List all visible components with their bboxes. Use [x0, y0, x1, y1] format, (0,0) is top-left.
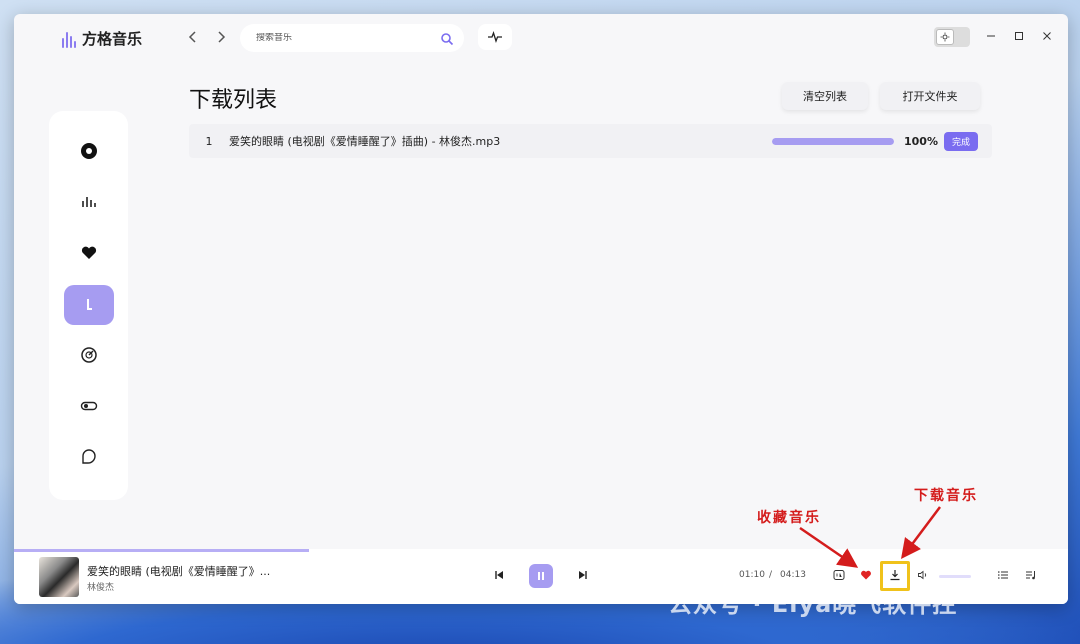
soundwave-logo-icon [62, 30, 76, 48]
app-window: 方格音乐 搜索音乐 下载列表 清空列表 打开文件夹 1 爱笑的眼睛 (电视剧《爱… [14, 14, 1068, 604]
sidebar-item-leaf[interactable] [64, 437, 114, 477]
download-nav-icon [87, 299, 92, 310]
back-button[interactable] [184, 28, 202, 46]
lyrics-icon [833, 570, 845, 580]
page-title: 下载列表 [189, 88, 278, 113]
download-progress [771, 137, 894, 145]
listen-recognize-button[interactable] [478, 24, 512, 50]
next-button[interactable] [574, 566, 592, 584]
sidebar-item-chart[interactable] [64, 182, 114, 222]
toggle-icon [80, 401, 98, 411]
progress-percent: 100% [903, 134, 938, 148]
download-icon [890, 570, 900, 581]
status-badge: 完成 [943, 131, 978, 151]
table-row[interactable]: 1 爱笑的眼睛 (电视剧《爱情睡醒了》插曲) - 林俊杰.mp3 100% 完成 [189, 124, 992, 158]
minimize-button[interactable] [982, 28, 1000, 46]
track-title[interactable]: 爱笑的眼睛 (电视剧《爱情睡醒了》... [87, 563, 277, 579]
track-artist[interactable]: 林俊杰 [87, 580, 114, 593]
row-index: 1 [205, 134, 213, 148]
previous-button[interactable] [490, 566, 508, 584]
bar-chart-icon [82, 197, 96, 207]
current-time: 01:10 [739, 570, 765, 580]
close-button[interactable] [1038, 28, 1056, 46]
app-logo: 方格音乐 [62, 28, 142, 49]
app-name: 方格音乐 [82, 30, 143, 48]
search-input[interactable] [256, 33, 440, 43]
album-cover[interactable] [39, 557, 79, 597]
time-separator: / [769, 570, 773, 580]
sidebar-item-toggle[interactable] [64, 386, 114, 426]
maximize-icon [1015, 32, 1023, 40]
download-annotation-label: 下载音乐 [914, 488, 978, 504]
close-icon [1043, 32, 1051, 40]
heart-icon [861, 570, 871, 580]
heart-icon [81, 246, 97, 259]
open-folder-button[interactable]: 打开文件夹 [880, 82, 980, 110]
radar-icon [81, 347, 97, 363]
clear-list-button[interactable]: 清空列表 [782, 82, 868, 110]
sun-icon [936, 29, 954, 45]
sidebar-item-radar[interactable] [64, 335, 114, 375]
volume-icon [918, 570, 927, 580]
forward-button[interactable] [212, 28, 230, 46]
watermark: 公众号 · Eiya晓飞软件控 [668, 590, 958, 618]
theme-toggle[interactable] [934, 27, 970, 47]
volume-button[interactable] [914, 566, 932, 584]
sidebar-item-disc[interactable] [64, 131, 114, 171]
file-name: 爱笑的眼睛 (电视剧《爱情睡醒了》插曲) - 林俊杰.mp3 [229, 135, 501, 148]
disc-icon [81, 143, 97, 159]
playback-progress[interactable] [14, 549, 310, 552]
title-bar: 方格音乐 [14, 14, 1068, 62]
favorite-annotation-label: 收藏音乐 [757, 510, 821, 526]
waveform-icon [488, 31, 502, 43]
lyrics-button[interactable] [830, 566, 848, 584]
queue-music-icon [1026, 571, 1035, 580]
maximize-button[interactable] [1010, 28, 1028, 46]
pause-button[interactable] [529, 564, 553, 588]
skip-back-icon [495, 571, 503, 579]
total-time: 04:13 [780, 570, 806, 580]
sidebar [49, 111, 128, 500]
chevron-right-icon [218, 31, 226, 43]
download-button[interactable] [886, 566, 904, 584]
playlist-icon [998, 571, 1008, 579]
search-box [240, 24, 464, 52]
playlist-button[interactable] [994, 566, 1012, 584]
sidebar-item-favorites[interactable] [64, 233, 114, 273]
favorite-button[interactable] [857, 566, 875, 584]
pause-icon [538, 572, 544, 580]
skip-forward-icon [579, 571, 587, 579]
queue-button[interactable] [1022, 566, 1040, 584]
volume-slider[interactable] [939, 575, 971, 578]
search-icon[interactable] [440, 31, 454, 46]
chevron-left-icon [188, 31, 196, 43]
sidebar-item-downloads[interactable] [64, 285, 114, 325]
leaf-icon [82, 449, 96, 464]
minimize-icon [987, 35, 995, 37]
